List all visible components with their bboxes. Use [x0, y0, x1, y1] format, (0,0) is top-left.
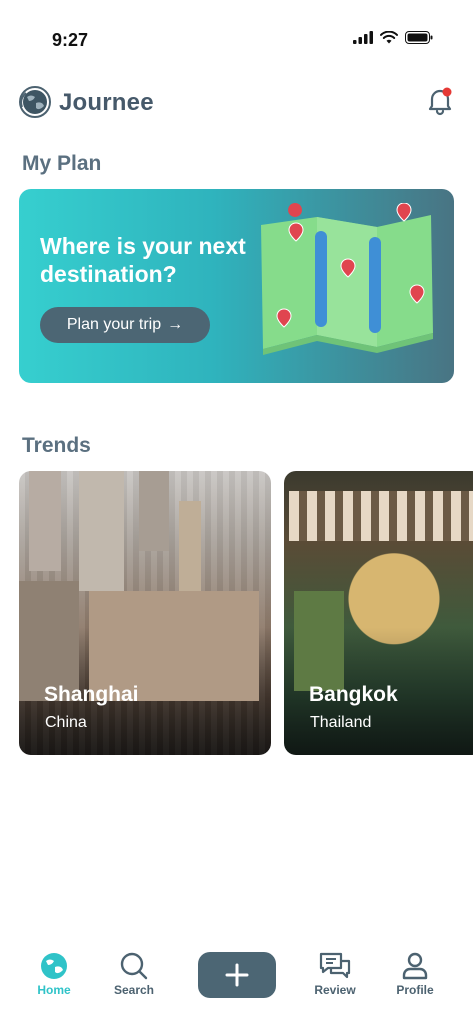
plan-trip-label: Plan your trip [66, 316, 162, 333]
card-country-name: China [45, 714, 87, 731]
trends-heading: Trends [22, 434, 91, 457]
trend-card-bangkok[interactable]: Bangkok Thailand [284, 471, 473, 755]
nav-home-label: Home [37, 983, 71, 997]
building-shape [79, 471, 124, 591]
banner-heading: Where is your next destination? [40, 233, 246, 287]
status-icons [353, 31, 433, 44]
status-time: 9:27 [52, 30, 89, 50]
profile-icon [402, 952, 428, 980]
plus-icon [225, 963, 249, 987]
cellular-signal-icon [353, 31, 373, 44]
battery-icon [405, 31, 433, 44]
nav-home[interactable]: Home [24, 951, 84, 997]
my-plan-heading: My Plan [22, 152, 102, 175]
nav-review-label: Review [314, 983, 356, 997]
card-city-name: Shanghai [44, 683, 139, 706]
produce-shape [294, 591, 344, 691]
review-icon [319, 952, 351, 979]
nav-profile[interactable]: Profile [385, 951, 445, 997]
nav-search-label: Search [113, 983, 155, 997]
globe-icon [41, 953, 67, 979]
add-button[interactable] [198, 952, 276, 998]
app-title: Journee [59, 89, 154, 116]
arrow-right-icon: → [167, 316, 184, 333]
card-city-name: Bangkok [309, 683, 398, 706]
folded-map-illustration [261, 203, 433, 355]
logo-globe-icon [18, 85, 52, 119]
nav-profile-label: Profile [396, 983, 434, 997]
notification-bell-icon[interactable] [427, 86, 453, 116]
search-icon [120, 952, 148, 980]
card-country-name: Thailand [310, 714, 372, 731]
plan-banner[interactable]: Where is your next destination? Plan you… [19, 189, 454, 383]
trend-card-shanghai[interactable]: Shanghai China [19, 471, 271, 755]
wifi-icon [380, 31, 398, 44]
plan-trip-button[interactable]: Plan your trip → [40, 307, 210, 343]
building-shape [139, 471, 169, 551]
nav-search[interactable]: Search [104, 951, 164, 997]
grilled-food-shape [289, 491, 473, 541]
nav-review[interactable]: Review [305, 951, 365, 997]
building-shape [29, 471, 61, 571]
